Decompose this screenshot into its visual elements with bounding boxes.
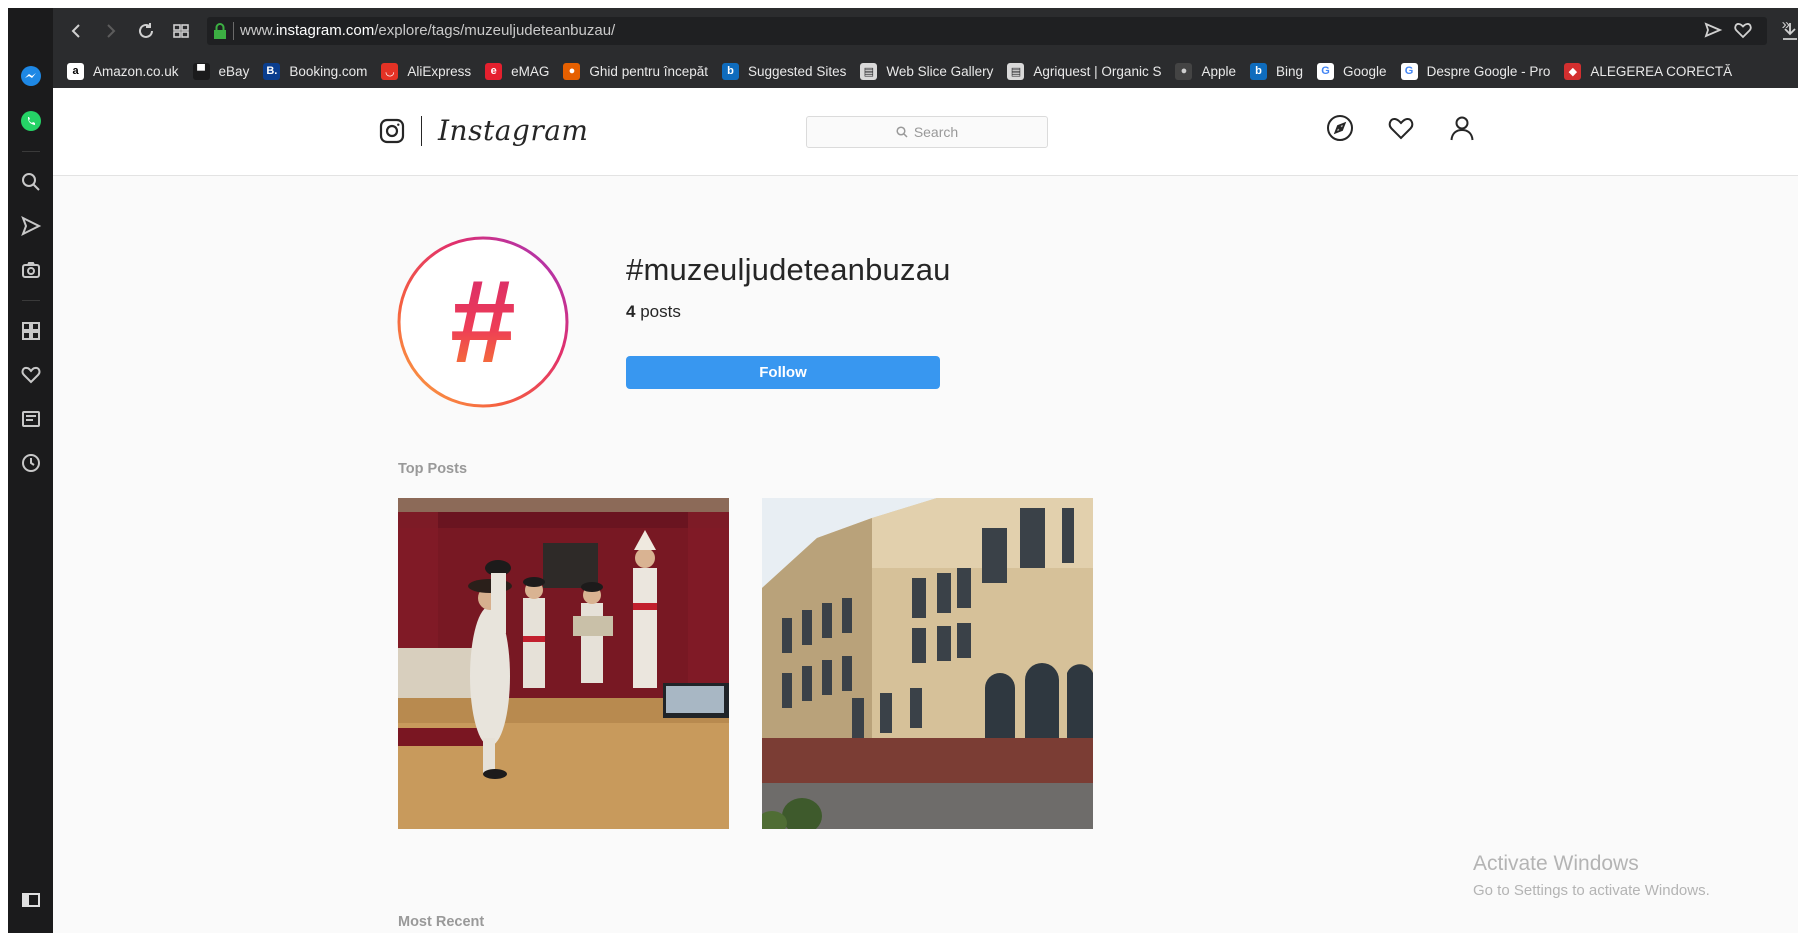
hashtag-glyph: #: [450, 256, 516, 388]
page-icon: ▤: [860, 62, 878, 80]
aliexpress-icon: ◡: [381, 62, 399, 80]
bookmarks-heart-icon[interactable]: [8, 357, 53, 393]
activity-heart-icon[interactable]: [1385, 112, 1417, 144]
search-icon[interactable]: [8, 164, 53, 200]
bookmark-item[interactable]: B. Booking.com: [263, 62, 368, 80]
back-button[interactable]: [62, 16, 92, 46]
profile-icon[interactable]: [1446, 112, 1478, 144]
watermark-title: Activate Windows: [1473, 852, 1639, 875]
firefox-icon: ●: [563, 62, 581, 80]
bookmark-item[interactable]: ● Ghid pentru începăt: [563, 62, 709, 80]
tag-page: # #muzeuljudeteanbuzau 4 posts Follow To…: [53, 176, 1798, 933]
bookmark-label: Amazon.co.uk: [93, 63, 179, 79]
page-title: #muzeuljudeteanbuzau: [626, 252, 951, 287]
amazon-icon: a: [67, 62, 84, 80]
bookmarks-more-button[interactable]: »: [1782, 16, 1790, 33]
lock-icon: [207, 17, 233, 45]
instagram-camera-icon: [379, 118, 405, 143]
address-bar-actions: [1703, 20, 1753, 40]
search-input[interactable]: Search: [806, 116, 1048, 148]
watermark-subtitle: Go to Settings to activate Windows.: [1473, 882, 1710, 899]
bookmark-label: Bing: [1276, 63, 1304, 79]
page-icon: ▤: [1007, 62, 1025, 80]
bookmark-item[interactable]: G Despre Google - Pro: [1400, 62, 1551, 80]
bookmark-label: eBay: [218, 63, 250, 79]
bookmarks-bar: a Amazon.co.uk ▀ eBay B. Booking.com ◡ AliExpre…: [53, 54, 1798, 88]
ebay-icon: ▀: [192, 62, 210, 80]
most-recent-heading: Most Recent: [398, 914, 485, 930]
instagram-header: Instagram Search: [53, 88, 1798, 176]
forward-button[interactable]: [95, 16, 125, 46]
bookmark-item[interactable]: b Suggested Sites: [722, 62, 847, 80]
explore-icon[interactable]: [1324, 112, 1356, 144]
folk-costume-exhibit-image: [398, 498, 729, 829]
bookmark-heart-icon[interactable]: [1733, 20, 1753, 40]
emag-icon: e: [485, 62, 503, 80]
top-post-thumbnail[interactable]: [762, 498, 1093, 829]
instagram-wordmark: Instagram: [438, 114, 589, 147]
bookmark-item[interactable]: ▤ Web Slice Gallery: [860, 62, 994, 80]
museum-building-image: [762, 498, 1093, 829]
bookmark-label: AliExpress: [407, 63, 472, 79]
bookmark-item[interactable]: e eMAG: [485, 62, 550, 80]
url-text[interactable]: www.instagram.com/explore/tags/muzeuljud…: [233, 22, 615, 40]
navigation-bar: www.instagram.com/explore/tags/muzeuljud…: [53, 8, 1798, 54]
camera-icon[interactable]: [8, 252, 53, 288]
tabs-grid-button[interactable]: [166, 16, 196, 46]
top-post-thumbnail[interactable]: [398, 498, 729, 829]
activate-windows-watermark: Activate Windows Go to Settings to activ…: [1473, 852, 1710, 899]
history-icon[interactable]: [8, 445, 53, 481]
address-bar[interactable]: www.instagram.com/explore/tags/muzeuljud…: [207, 17, 1767, 45]
news-icon[interactable]: [8, 401, 53, 437]
bing-icon: b: [722, 62, 740, 80]
top-posts-heading: Top Posts: [398, 461, 468, 477]
whatsapp-icon[interactable]: [8, 103, 53, 139]
alegerea-icon: ◆: [1564, 62, 1582, 80]
speed-dial-icon[interactable]: [8, 313, 53, 349]
bookmark-label: Agriquest | Organic S: [1033, 63, 1162, 79]
bookmark-item[interactable]: ◡ AliExpress: [381, 62, 472, 80]
bookmark-label: eMAG: [511, 63, 550, 79]
bookmark-label: Web Slice Gallery: [886, 63, 994, 79]
hashtag-avatar: #: [397, 236, 569, 408]
google-icon: G: [1400, 62, 1418, 80]
bookmark-item[interactable]: ▤ Agriquest | Organic S: [1007, 62, 1162, 80]
reload-button[interactable]: [131, 16, 161, 46]
bookmark-label: Booking.com: [289, 63, 368, 79]
bookmark-label: Apple: [1201, 63, 1236, 79]
bookmark-item[interactable]: a Amazon.co.uk: [67, 62, 179, 80]
bookmark-item[interactable]: ▀ eBay: [192, 62, 250, 80]
bookmark-label: Google: [1343, 63, 1387, 79]
messenger-icon[interactable]: [8, 58, 53, 94]
bookmark-item[interactable]: G Google: [1317, 62, 1387, 80]
bookmark-label: ALEGEREA CORECTĂ: [1590, 63, 1733, 79]
follow-button[interactable]: Follow: [626, 356, 940, 389]
bing-icon: b: [1250, 62, 1267, 80]
bookmark-item[interactable]: b Bing: [1250, 62, 1304, 80]
browser-chrome: www.instagram.com/explore/tags/muzeuljud…: [53, 8, 1798, 88]
bookmark-label: Suggested Sites: [748, 63, 847, 79]
google-icon: G: [1317, 62, 1335, 80]
bookmark-label: Ghid pentru începăt: [589, 63, 709, 79]
booking-icon: B.: [263, 62, 281, 80]
bookmark-label: Despre Google - Pro: [1426, 63, 1551, 79]
top-strip: [0, 0, 1798, 8]
sidebar-toggle-icon[interactable]: [8, 882, 53, 918]
send-icon[interactable]: [8, 208, 53, 244]
search-icon: [896, 126, 908, 138]
bookmark-item[interactable]: ◆ ALEGEREA CORECTĂ: [1564, 62, 1733, 80]
flow-send-icon[interactable]: [1703, 20, 1723, 40]
apple-icon: ●: [1175, 62, 1193, 80]
bookmark-item[interactable]: ● Apple: [1175, 62, 1236, 80]
search-placeholder: Search: [913, 124, 959, 140]
instagram-logo[interactable]: Instagram: [379, 114, 588, 147]
posts-count: 4 posts: [626, 302, 681, 321]
browser-sidebar: [8, 8, 53, 933]
